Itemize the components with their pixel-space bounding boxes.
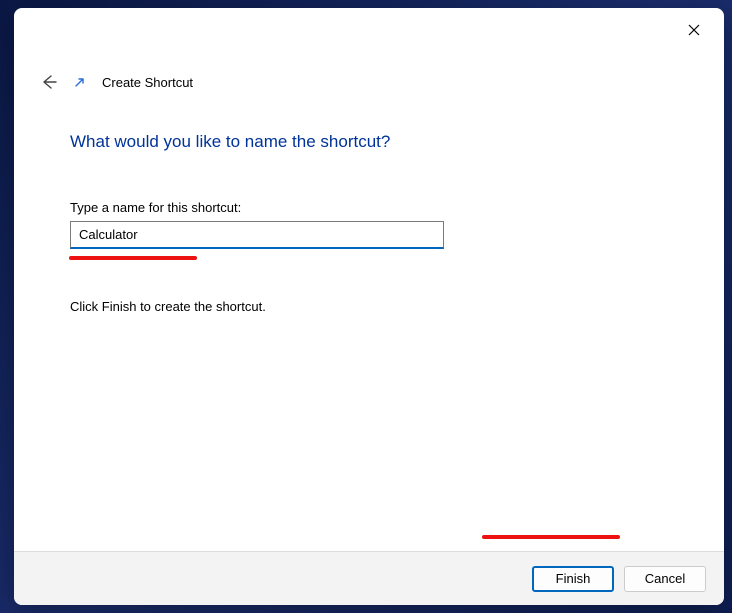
title-bar — [14, 8, 724, 52]
name-field-label: Type a name for this shortcut: — [70, 200, 668, 215]
annotation-underline — [482, 535, 620, 539]
wizard-content: What would you like to name the shortcut… — [14, 100, 724, 551]
shortcut-overlay-icon — [72, 74, 88, 90]
back-arrow-icon[interactable] — [38, 72, 58, 92]
create-shortcut-wizard: Create Shortcut What would you like to n… — [14, 8, 724, 605]
close-button[interactable] — [672, 14, 716, 46]
wizard-title: Create Shortcut — [102, 75, 193, 90]
shortcut-name-input[interactable] — [70, 221, 444, 249]
annotation-underline — [69, 256, 197, 260]
instruction-text: Click Finish to create the shortcut. — [70, 299, 668, 314]
wizard-header: Create Shortcut — [14, 52, 724, 100]
page-heading: What would you like to name the shortcut… — [70, 132, 668, 152]
finish-button[interactable]: Finish — [532, 566, 614, 592]
cancel-button[interactable]: Cancel — [624, 566, 706, 592]
wizard-button-bar: Finish Cancel — [14, 551, 724, 605]
